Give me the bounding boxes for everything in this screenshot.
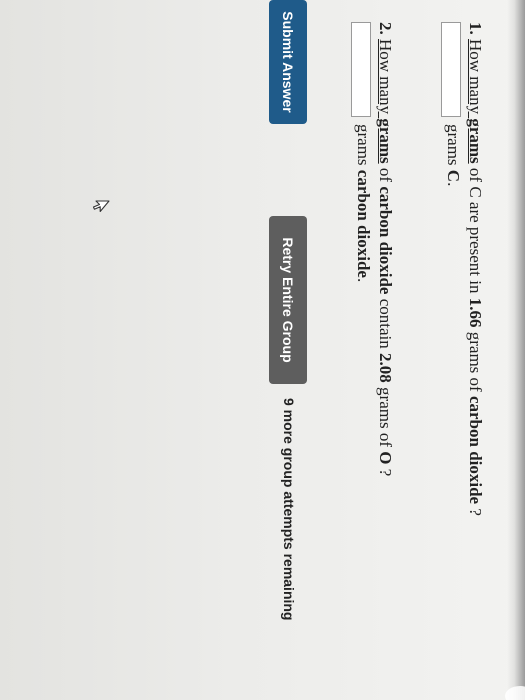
question-2-text-2: contain	[376, 298, 395, 349]
question-1-end: ?	[466, 508, 485, 516]
question-1-compound: carbon dioxide	[466, 395, 485, 505]
screen: 1. How many grams of C are present in 1.…	[0, 0, 525, 700]
question-1-text-2: grams of	[466, 331, 485, 392]
answer-row-2	[351, 22, 371, 117]
question-2: 2. How many grams of carbon dioxide cont…	[375, 22, 395, 476]
question-1-amount: 1.66	[466, 297, 485, 328]
question-2-number: 2.	[376, 22, 395, 35]
retry-entire-group-button[interactable]: Retry Entire Group	[269, 216, 307, 384]
question-1-text: of C are present in	[466, 167, 485, 294]
question-2-amount: 2.08	[376, 353, 395, 383]
question-1-number: 1.	[466, 22, 485, 35]
question-2-text-3: grams of	[376, 387, 395, 447]
submit-answer-button[interactable]: Submit Answer	[269, 0, 307, 124]
question-2-compound: carbon dioxide	[376, 186, 395, 295]
top-shadow	[507, 0, 525, 700]
question-2-element: O	[376, 451, 395, 465]
question-1-how-many-link[interactable]: How many grams	[466, 39, 485, 164]
question-1: 1. How many grams of C are present in 1.…	[465, 22, 485, 516]
answer-row-1	[441, 22, 461, 117]
answer-unit-1: grams C.	[444, 124, 463, 187]
answer-unit-2: grams carbon dioxide.	[354, 124, 373, 283]
answer-input-2[interactable]	[351, 22, 371, 117]
attempts-remaining-text: 9 more group attempts remaining	[281, 398, 297, 621]
mouse-pointer-icon	[92, 200, 110, 213]
question-2-text: of	[376, 167, 395, 183]
question-2-how-many-link[interactable]: How many grams	[376, 39, 395, 164]
answer-input-1[interactable]	[441, 22, 461, 117]
question-2-end: ?	[376, 468, 395, 477]
